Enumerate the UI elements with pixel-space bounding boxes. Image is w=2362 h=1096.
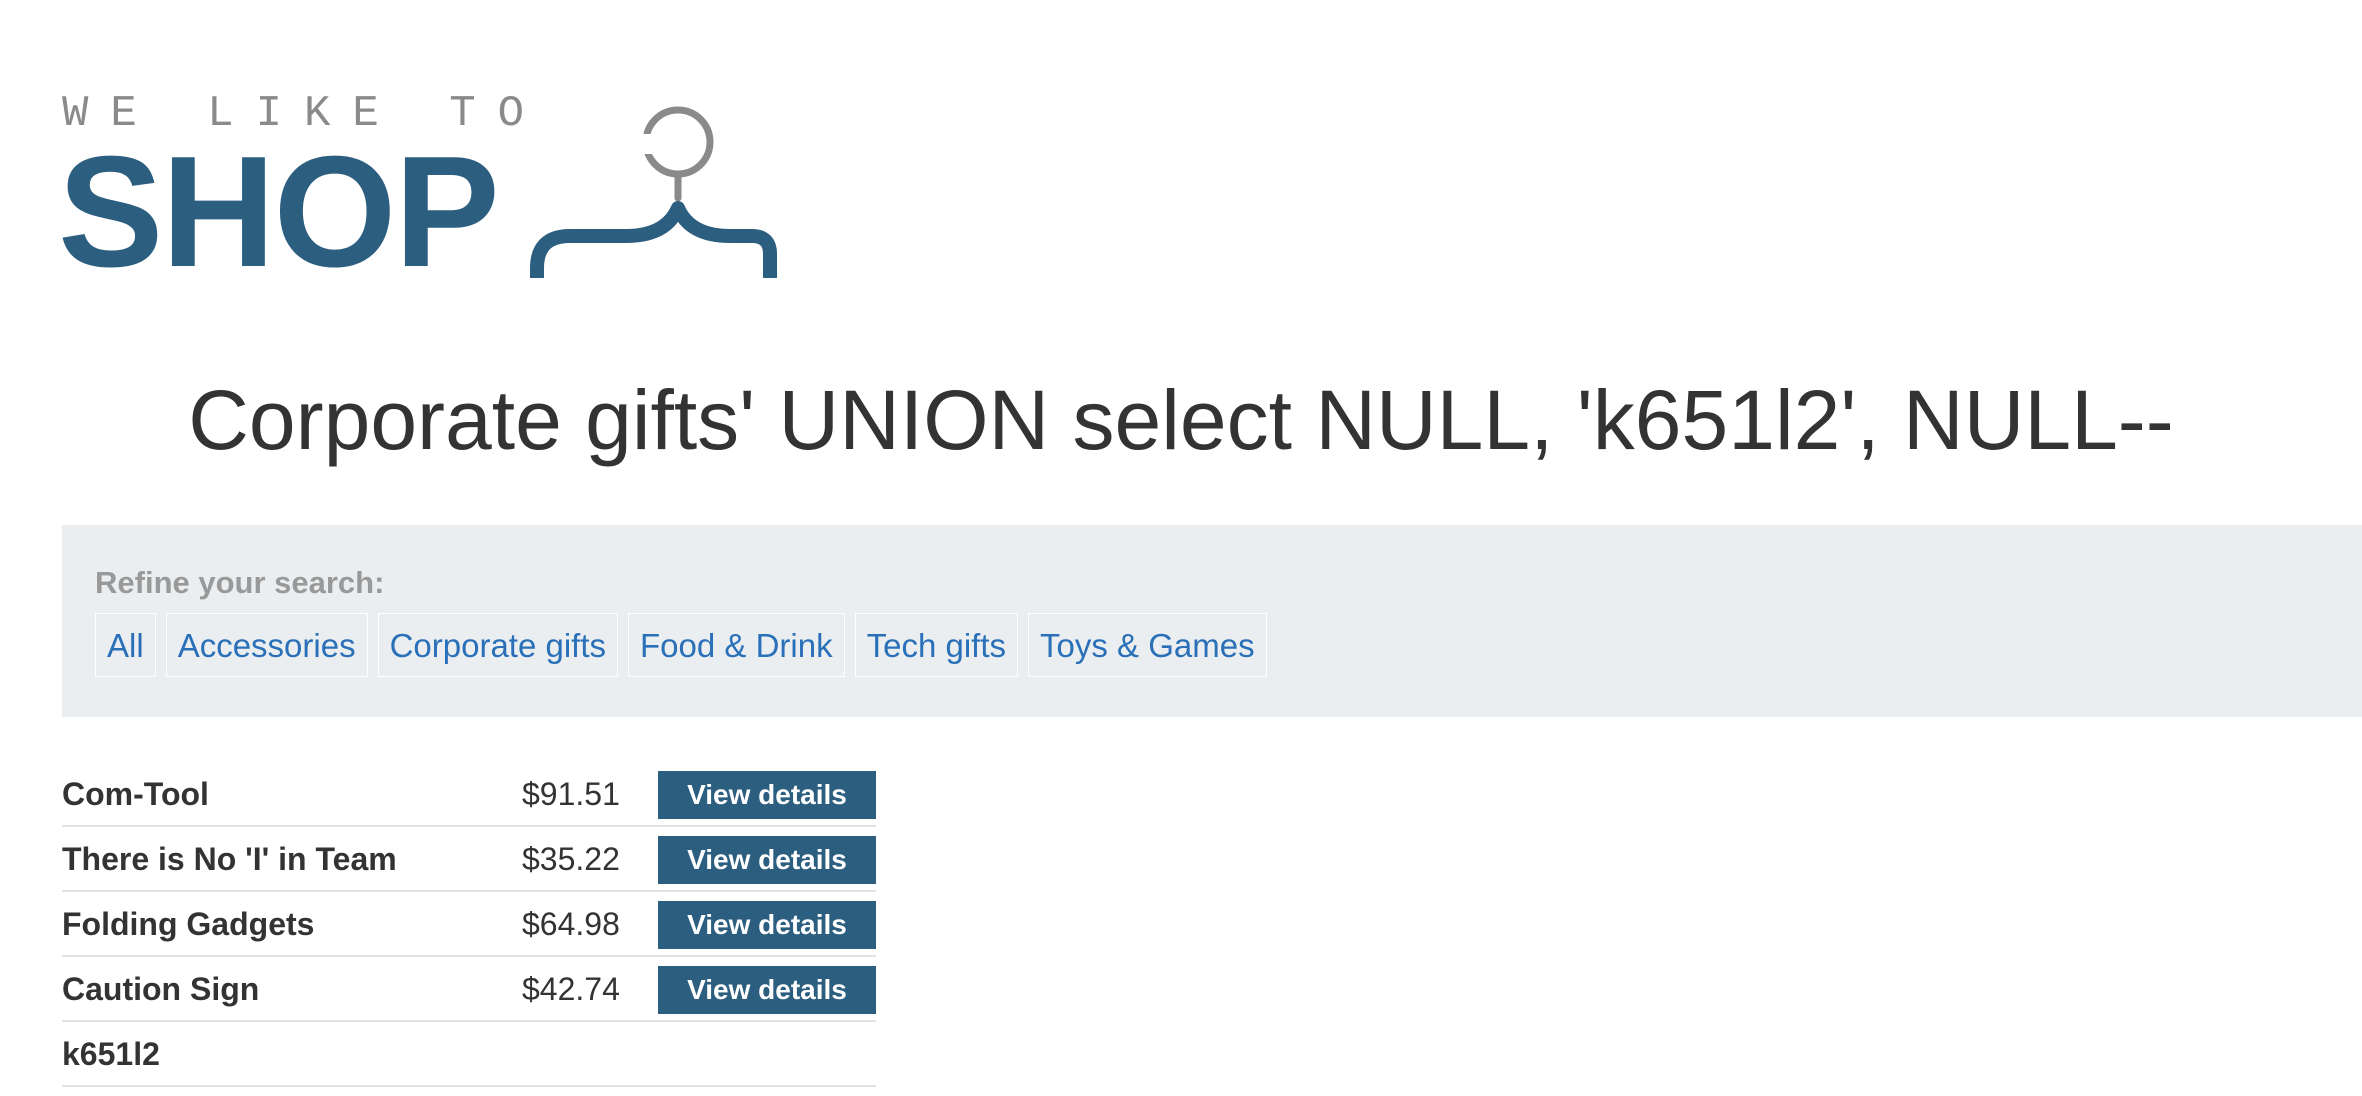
filter-food-and-drink[interactable]: Food & Drink — [628, 613, 845, 677]
filter-panel: Refine your search: All Accessories Corp… — [62, 525, 2362, 717]
filter-tech-gifts[interactable]: Tech gifts — [854, 613, 1018, 677]
product-name: k651l2 — [62, 1036, 160, 1072]
product-name: There is No 'I' in Team — [62, 841, 397, 877]
product-price: $91.51 — [522, 776, 620, 812]
filter-all[interactable]: All — [95, 613, 156, 677]
filter-corporate-gifts[interactable]: Corporate gifts — [377, 613, 619, 677]
product-price: $35.22 — [522, 841, 620, 877]
product-name: Folding Gadgets — [62, 906, 315, 942]
coat-hanger-icon — [530, 106, 777, 278]
view-details-button[interactable]: View details — [658, 901, 876, 949]
view-details-button[interactable]: View details — [658, 966, 876, 1014]
filter-accessories[interactable]: Accessories — [165, 613, 368, 677]
product-price: $42.74 — [522, 971, 620, 1007]
filter-label: Refine your search: — [95, 565, 385, 600]
table-row: There is No 'I' in Team $35.22 View deta… — [62, 827, 876, 892]
table-row: Caution Sign $42.74 View details — [62, 957, 876, 1022]
product-table: Com-Tool $91.51 View details There is No… — [62, 762, 876, 1087]
view-details-button[interactable]: View details — [658, 836, 876, 884]
view-details-button[interactable]: View details — [658, 771, 876, 819]
category-filters: All Accessories Corporate gifts Food & D… — [95, 613, 1267, 677]
logo-wordmark: SHOP — [58, 124, 500, 300]
page-title: Corporate gifts' UNION select NULL, 'k65… — [188, 373, 2174, 467]
table-row: Folding Gadgets $64.98 View details — [62, 892, 876, 957]
product-name: Caution Sign — [62, 971, 260, 1007]
table-row: Com-Tool $91.51 View details — [62, 762, 876, 827]
filter-toys-and-games[interactable]: Toys & Games — [1028, 613, 1267, 677]
site-logo[interactable]: WE LIKE TO SHOP — [58, 88, 782, 292]
product-name: Com-Tool — [62, 776, 209, 812]
table-row: k651l2 — [62, 1022, 876, 1087]
product-price: $64.98 — [522, 906, 620, 942]
